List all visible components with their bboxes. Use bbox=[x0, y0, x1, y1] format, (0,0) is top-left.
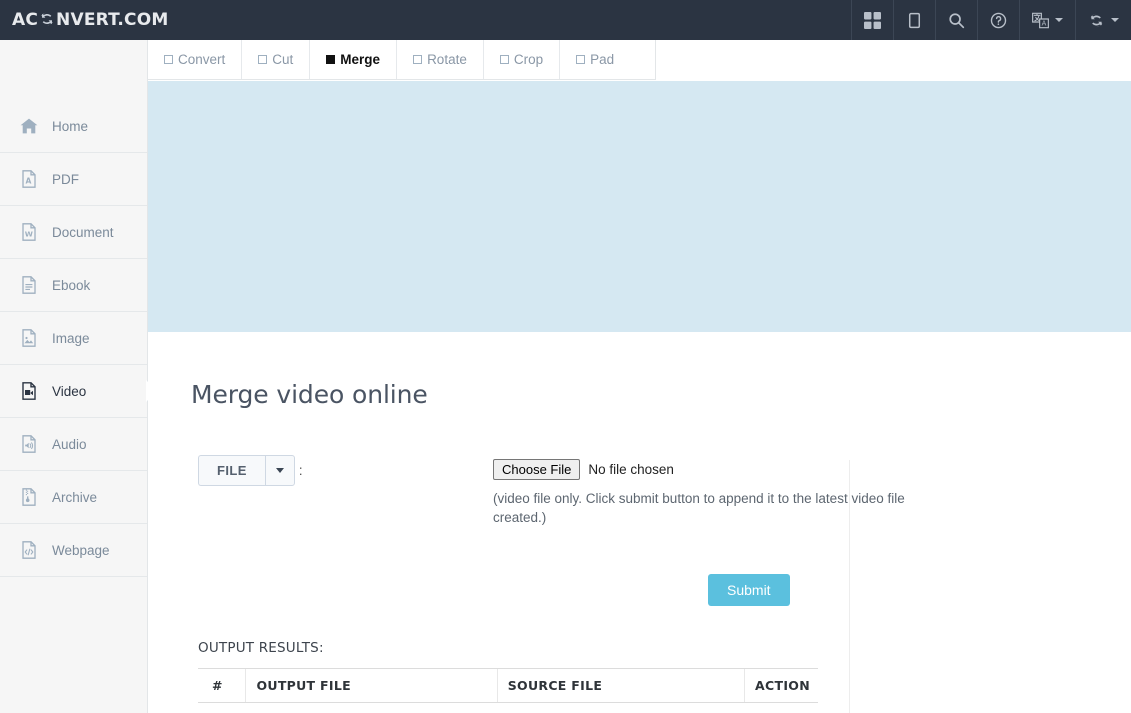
file-word-icon: W bbox=[18, 221, 40, 243]
sidebar-item-ebook[interactable]: Ebook bbox=[0, 259, 147, 312]
help-button[interactable] bbox=[978, 0, 1020, 40]
source-type-caret-button[interactable] bbox=[264, 455, 295, 486]
table-header: # OUTPUT FILE SOURCE FILE ACTION bbox=[198, 668, 818, 703]
tab-convert[interactable]: Convert bbox=[148, 40, 243, 79]
square-icon bbox=[258, 55, 268, 64]
output-results-label: OUTPUT RESULTS: bbox=[198, 640, 324, 656]
convert-button[interactable] bbox=[1076, 0, 1131, 40]
home-icon bbox=[18, 115, 40, 137]
source-type-colon: : bbox=[298, 462, 303, 478]
file-image-icon bbox=[18, 327, 40, 349]
sidebar-item-archive[interactable]: Archive bbox=[0, 471, 147, 524]
tab-label: Crop bbox=[513, 52, 544, 67]
submit-row: Submit bbox=[708, 574, 790, 606]
tab-merge[interactable]: Merge bbox=[310, 40, 398, 79]
sidebar-item-label: Home bbox=[52, 118, 89, 134]
square-icon bbox=[576, 55, 586, 64]
tab-label: Pad bbox=[590, 52, 615, 67]
search-button[interactable] bbox=[936, 0, 978, 40]
file-audio-icon bbox=[18, 433, 40, 455]
top-header-bar: AC NVERT.COM A bbox=[0, 0, 1131, 40]
device-button[interactable] bbox=[894, 0, 936, 40]
column-header-action: ACTION bbox=[744, 668, 818, 703]
svg-text:A: A bbox=[25, 176, 31, 185]
sidebar-item-label: Ebook bbox=[52, 277, 91, 293]
output-results-section: OUTPUT RESULTS: # OUTPUT FILE SOURCE FIL… bbox=[198, 640, 818, 703]
tab-label: Cut bbox=[272, 52, 294, 67]
search-icon bbox=[948, 12, 965, 29]
column-header-source-file: SOURCE FILE bbox=[496, 668, 745, 703]
apps-grid-button[interactable] bbox=[852, 0, 894, 40]
file-code-icon bbox=[18, 539, 40, 561]
tab-cut[interactable]: Cut bbox=[242, 40, 311, 79]
file-name-text: No file chosen bbox=[588, 462, 674, 477]
grid-icon bbox=[864, 11, 881, 29]
tab-crop[interactable]: Crop bbox=[484, 40, 561, 79]
square-icon bbox=[164, 55, 173, 64]
svg-text:A: A bbox=[1042, 19, 1047, 27]
square-icon bbox=[499, 55, 509, 64]
tab-label: Rotate bbox=[427, 52, 467, 67]
column-header-number: # bbox=[198, 668, 246, 703]
tab-label: Merge bbox=[340, 52, 381, 67]
tablet-icon bbox=[906, 12, 923, 29]
sidebar-item-pdf[interactable]: A PDF bbox=[0, 153, 147, 206]
sidebar-item-webpage[interactable]: Webpage bbox=[0, 524, 147, 577]
source-type-button[interactable]: FILE bbox=[198, 455, 265, 486]
question-circle-icon bbox=[990, 12, 1007, 29]
file-hint-text: (video file only. Click submit button to… bbox=[493, 491, 905, 525]
site-logo[interactable]: AC NVERT.COM bbox=[0, 10, 169, 31]
file-text-icon bbox=[18, 274, 40, 296]
source-type-dropdown[interactable]: FILE bbox=[198, 455, 295, 486]
sidebar-item-audio[interactable]: Audio bbox=[0, 418, 147, 471]
header-actions: A bbox=[851, 0, 1131, 40]
svg-text:W: W bbox=[25, 230, 33, 239]
sidebar: Home A PDF W Document Ebook Image Video … bbox=[0, 40, 157, 713]
sidebar-item-label: Audio bbox=[52, 436, 87, 452]
sidebar-item-label: Image bbox=[52, 330, 90, 346]
column-header-output-file: OUTPUT FILE bbox=[245, 668, 498, 703]
refresh-icon bbox=[39, 11, 55, 32]
file-video-icon bbox=[18, 380, 40, 402]
file-input-area: Choose File No file chosen (video file o… bbox=[493, 459, 923, 527]
sidebar-item-label: Video bbox=[52, 383, 87, 399]
brand-text-post: NVERT.COM bbox=[56, 10, 169, 30]
chevron-down-icon bbox=[275, 468, 284, 473]
file-archive-icon bbox=[18, 486, 40, 508]
tab-rotate[interactable]: Rotate bbox=[397, 40, 484, 79]
refresh-icon bbox=[1088, 12, 1105, 29]
brand-text-pre: AC bbox=[12, 10, 39, 30]
file-pdf-icon: A bbox=[18, 168, 40, 190]
tab-label: Convert bbox=[178, 52, 226, 67]
sidebar-item-document[interactable]: W Document bbox=[0, 206, 147, 259]
choose-file-button[interactable]: Choose File bbox=[493, 459, 581, 480]
sidebar-item-video[interactable]: Video bbox=[0, 365, 157, 418]
square-icon bbox=[413, 55, 423, 64]
language-button[interactable]: A bbox=[1020, 0, 1076, 40]
ad-banner-area bbox=[148, 81, 1131, 332]
sidebar-item-image[interactable]: Image bbox=[0, 312, 147, 365]
language-icon: A bbox=[1032, 12, 1049, 29]
main-content: Merge video online FILE : Choose File No… bbox=[148, 332, 1131, 713]
chevron-down-icon bbox=[1055, 18, 1063, 22]
tab-pad[interactable]: Pad bbox=[560, 40, 630, 79]
submit-button[interactable]: Submit bbox=[708, 574, 790, 606]
square-filled-icon bbox=[326, 55, 336, 64]
sidebar-item-label: PDF bbox=[52, 171, 79, 187]
table-header-row: # OUTPUT FILE SOURCE FILE ACTION bbox=[198, 668, 818, 703]
output-results-table: # OUTPUT FILE SOURCE FILE ACTION bbox=[198, 668, 818, 703]
chevron-down-icon bbox=[1111, 18, 1119, 22]
sidebar-item-home[interactable]: Home bbox=[0, 100, 147, 153]
sidebar-item-label: Document bbox=[52, 224, 114, 240]
tool-tabs: Convert Cut Merge Rotate Crop Pad bbox=[148, 40, 656, 80]
page-title: Merge video online bbox=[191, 380, 428, 409]
file-input-row[interactable]: Choose File No file chosen bbox=[493, 459, 923, 480]
sidebar-item-label: Archive bbox=[52, 489, 98, 505]
source-type-row: FILE : bbox=[198, 455, 303, 486]
sidebar-item-label: Webpage bbox=[52, 542, 110, 558]
